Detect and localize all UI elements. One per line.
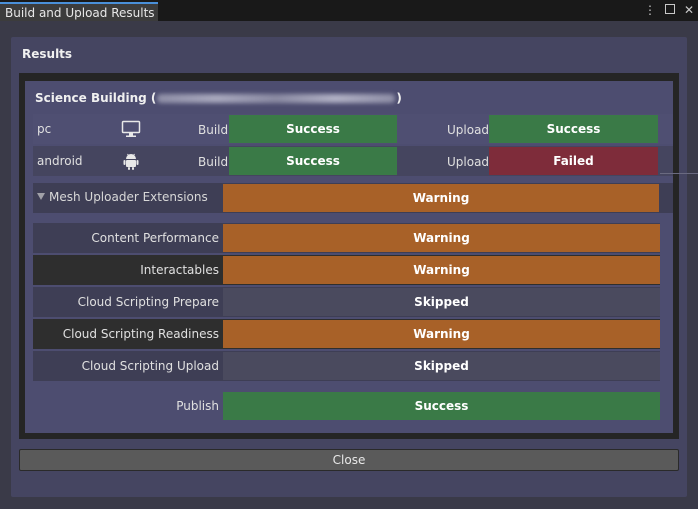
blurred-id <box>157 94 396 103</box>
building-title: Science Building () <box>35 91 402 105</box>
publish-row: Publish Success <box>33 391 660 421</box>
maximize-icon[interactable] <box>664 3 675 17</box>
check-status: Warning <box>223 256 660 284</box>
window-title: Build and Upload Results <box>5 6 155 20</box>
platform-name: pc <box>37 122 52 136</box>
check-status: Skipped <box>223 352 660 380</box>
close-button[interactable]: Close <box>19 449 679 471</box>
check-status: Skipped <box>223 288 660 316</box>
upload-status-pc: Success <box>489 115 658 143</box>
check-row: Cloud Scripting Readiness Warning <box>33 319 660 349</box>
foldout-triangle-icon <box>37 193 45 200</box>
check-status: Warning <box>223 320 660 348</box>
upload-label: Upload <box>447 155 490 169</box>
building-title-suffix: ) <box>396 91 402 105</box>
check-label: Cloud Scripting Readiness <box>62 327 219 341</box>
check-label: Content Performance <box>91 231 219 245</box>
check-row: Cloud Scripting Prepare Skipped <box>33 287 660 317</box>
android-icon <box>121 151 141 171</box>
window-controls: ⋮ ✕ <box>644 3 694 17</box>
publish-status: Success <box>223 392 660 420</box>
check-row: Interactables Warning <box>33 255 660 285</box>
check-row: Content Performance Warning <box>33 223 660 253</box>
build-status-pc: Success <box>229 115 397 143</box>
platform-row-pc: pc Build Success Upload Success <box>33 114 673 144</box>
publish-label: Publish <box>176 399 219 413</box>
check-row: Cloud Scripting Upload Skipped <box>33 351 660 381</box>
kebab-menu-icon[interactable]: ⋮ <box>644 3 656 17</box>
platform-name: android <box>37 154 83 168</box>
close-icon[interactable]: ✕ <box>684 3 694 17</box>
extensions-label: Mesh Uploader Extensions <box>49 190 208 204</box>
platform-row-android: android Build Success Upload Failed <box>33 146 673 176</box>
check-label: Interactables <box>140 263 219 277</box>
window-tab[interactable]: Build and Upload Results <box>0 2 158 21</box>
upload-status-android: Failed <box>489 147 658 175</box>
building-name: Science Building ( <box>35 91 157 105</box>
extensions-status: Warning <box>223 184 659 212</box>
check-label: Cloud Scripting Upload <box>81 359 219 373</box>
build-label: Build <box>198 155 229 169</box>
build-label: Build <box>198 123 229 137</box>
divider <box>660 173 698 174</box>
window-titlebar: Build and Upload Results ⋮ ✕ <box>0 0 698 21</box>
check-label: Cloud Scripting Prepare <box>77 295 219 309</box>
results-heading: Results <box>22 47 73 61</box>
check-status: Warning <box>223 224 660 252</box>
build-status-android: Success <box>229 147 397 175</box>
extensions-foldout[interactable]: Mesh Uploader Extensions <box>37 190 208 204</box>
upload-label: Upload <box>447 123 490 137</box>
monitor-icon <box>121 119 141 139</box>
